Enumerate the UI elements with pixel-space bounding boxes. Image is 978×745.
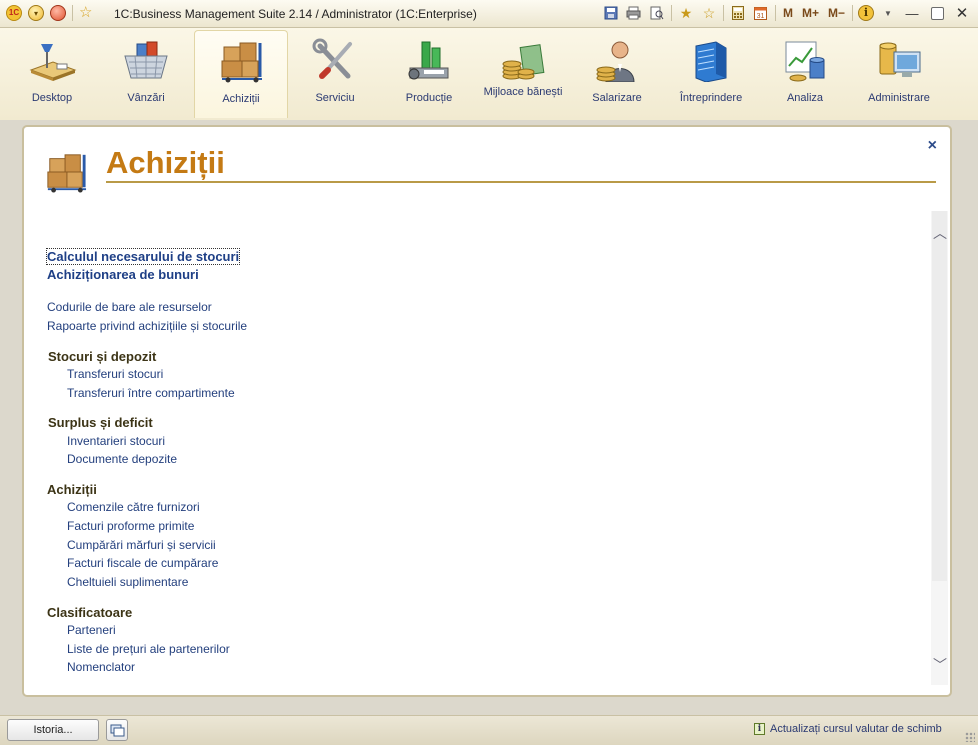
- close-window-icon[interactable]: ✕: [952, 4, 972, 22]
- vertical-scrollbar[interactable]: ︿ ﹀: [931, 211, 948, 685]
- scroll-thumb[interactable]: [932, 211, 947, 581]
- resize-grip-icon[interactable]: [965, 732, 975, 742]
- sections-panel: Desktop Vânzări Achiziții Serviciu Produ…: [0, 28, 978, 120]
- link-stock-requirements[interactable]: Calculul necesarului de stocuri: [45, 248, 241, 265]
- status-message[interactable]: Actualizați cursul valutar de schimb: [770, 723, 942, 735]
- section-content-panel: × Achiziții Calculul necesarului de stoc…: [22, 125, 952, 697]
- section-label: Salarizare: [592, 92, 642, 104]
- favorites-list-icon[interactable]: ☆: [700, 4, 718, 22]
- separator: [852, 5, 853, 21]
- section-label: Producție: [405, 92, 453, 104]
- section-purchases[interactable]: Achiziții: [194, 30, 288, 118]
- print-preview-icon[interactable]: [648, 4, 666, 22]
- window-title: 1C:Business Management Suite 2.14 / Admi…: [114, 7, 477, 21]
- scroll-up-icon[interactable]: ︿: [933, 223, 947, 243]
- main-menu-icon[interactable]: ▾: [28, 5, 44, 21]
- section-administration[interactable]: Administrare: [852, 30, 946, 118]
- section-label: Vânzări: [127, 92, 165, 104]
- save-icon[interactable]: [602, 4, 620, 22]
- link-stock-inventory[interactable]: Inventarieri stocuri: [67, 434, 165, 448]
- section-payroll[interactable]: Salarizare: [570, 30, 664, 118]
- section-label: Serviciu: [315, 92, 355, 104]
- separator: [72, 5, 73, 21]
- link-stock-transfers[interactable]: Transferuri stocuri: [67, 367, 163, 381]
- section-label: Desktop: [31, 92, 73, 104]
- history-button[interactable]: Istoria...: [7, 719, 99, 741]
- separator: [722, 5, 724, 21]
- app-logo-icon[interactable]: 1C: [6, 5, 22, 21]
- section-sales[interactable]: Vânzări: [99, 30, 193, 118]
- maximize-icon[interactable]: [927, 4, 947, 22]
- section-label: Mijloace bănești: [483, 86, 563, 98]
- service-tools-icon: [312, 38, 352, 79]
- title-bar: 1C ▾ ☆ 1C:Business Management Suite 2.14…: [0, 0, 978, 28]
- group-header: Clasificatoare: [47, 605, 133, 620]
- desktop-icon: [29, 44, 77, 81]
- section-money[interactable]: Mijloace bănești: [476, 30, 570, 118]
- memory-store-button[interactable]: M: [781, 4, 795, 22]
- separator: [774, 5, 776, 21]
- payroll-person-icon: [596, 41, 635, 82]
- svg-text:31: 31: [757, 13, 765, 20]
- link-goods-purchasing[interactable]: Achiziționarea de bunuri: [47, 267, 199, 282]
- close-panel-icon[interactable]: ×: [928, 137, 937, 155]
- separator: [670, 5, 672, 21]
- analysis-chart-icon: [785, 41, 825, 82]
- calendar-icon[interactable]: 31: [752, 4, 770, 22]
- link-warehouse-documents[interactable]: Documente depozite: [67, 452, 177, 466]
- scroll-down-icon[interactable]: ﹀: [933, 655, 947, 675]
- help-info-icon[interactable]: i: [858, 5, 874, 21]
- title-bar-right: ★ ☆ 31 M M+ M− i ▼ — ✕: [602, 4, 972, 22]
- group-header: Stocuri și depozit: [48, 349, 157, 364]
- section-production[interactable]: Producție: [382, 30, 476, 118]
- money-coins-icon: [502, 44, 545, 80]
- chevron-down-icon[interactable]: ▼: [879, 4, 897, 22]
- favorites-star-icon[interactable]: ☆: [79, 5, 92, 21]
- memory-add-button[interactable]: M+: [800, 4, 821, 22]
- link-partner-price-lists[interactable]: Liste de prețuri ale partenerilor: [67, 642, 230, 656]
- link-resource-barcodes[interactable]: Codurile de bare ale resurselor: [47, 300, 212, 314]
- calculator-icon[interactable]: [729, 4, 747, 22]
- print-icon[interactable]: [625, 4, 643, 22]
- section-label: Analiza: [786, 92, 824, 104]
- production-factory-icon: [408, 41, 449, 80]
- link-nomenclature[interactable]: Nomenclator: [67, 660, 135, 674]
- sales-basket-icon: [124, 41, 168, 79]
- close-main-icon[interactable]: [50, 5, 66, 21]
- link-proforma-invoices[interactable]: Facturi proforme primite: [67, 519, 194, 533]
- section-analysis[interactable]: Analiza: [758, 30, 852, 118]
- status-bar: Istoria... i Actualizați cursul valutar …: [0, 715, 978, 745]
- section-label: Achiziții: [222, 93, 260, 105]
- section-enterprise[interactable]: Întreprindere: [664, 30, 758, 118]
- windows-list-button[interactable]: [106, 719, 128, 741]
- administration-computer-icon: [879, 42, 921, 77]
- add-to-favorites-icon[interactable]: ★: [677, 4, 695, 22]
- status-notification[interactable]: i Actualizați cursul valutar de schimb: [754, 723, 942, 735]
- group-header: Achiziții: [47, 482, 97, 497]
- section-desktop[interactable]: Desktop: [5, 30, 99, 118]
- info-icon: i: [754, 723, 765, 735]
- link-goods-services-purchases[interactable]: Cumpărări mărfuri și servicii: [67, 538, 216, 552]
- windows-icon: [110, 724, 125, 737]
- memory-subtract-button[interactable]: M−: [826, 4, 847, 22]
- navigation-content: Calculul necesarului de stocuri Achiziți…: [45, 127, 907, 695]
- title-bar-left: 1C ▾ ☆: [6, 5, 92, 21]
- section-service[interactable]: Serviciu: [288, 30, 382, 118]
- minimize-icon[interactable]: —: [902, 4, 922, 22]
- enterprise-building-icon: [695, 41, 727, 82]
- link-partners[interactable]: Parteneri: [67, 623, 116, 637]
- link-purchase-reports[interactable]: Rapoarte privind achizițiile și stocuril…: [47, 319, 247, 333]
- link-department-transfers[interactable]: Transferuri între compartimente: [67, 386, 235, 400]
- section-label: Administrare: [868, 92, 930, 104]
- link-additional-expenses[interactable]: Cheltuieli suplimentare: [67, 575, 188, 589]
- purchases-boxes-icon: [221, 42, 262, 83]
- section-label: Întreprindere: [679, 92, 743, 104]
- link-purchase-tax-invoices[interactable]: Facturi fiscale de cumpărare: [67, 556, 218, 570]
- group-header: Surplus și deficit: [48, 415, 153, 430]
- link-supplier-orders[interactable]: Comenzile către furnizori: [67, 500, 200, 514]
